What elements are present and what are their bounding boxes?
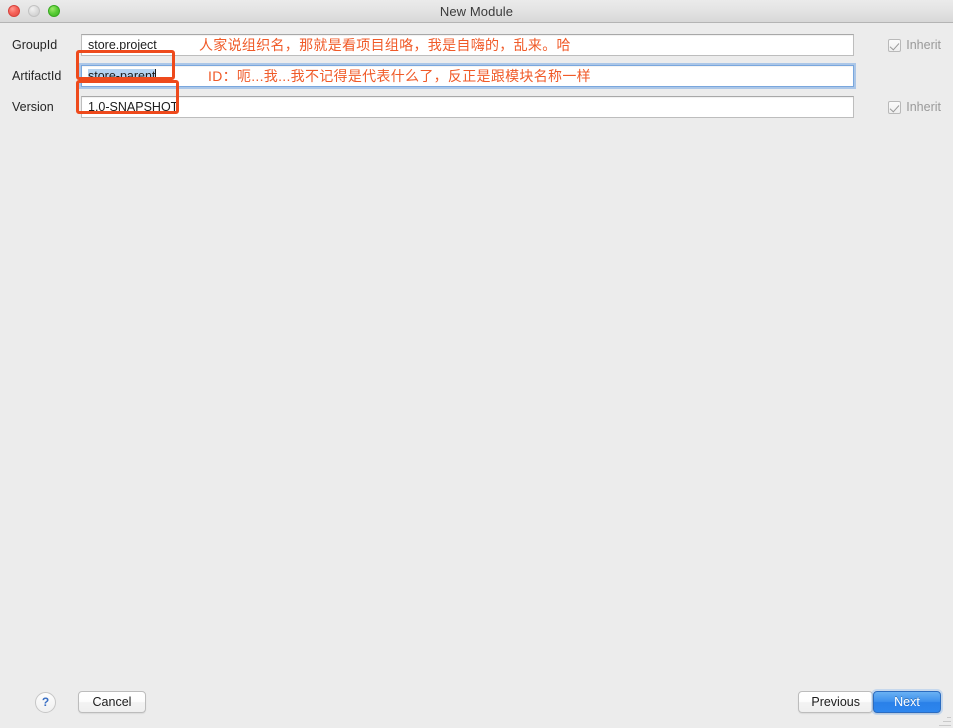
- field-wrap-groupid: store.project 人家说组织名，那就是看项目组咯，我是自嗨的，乱来。哈: [81, 34, 854, 56]
- dialog-body: GroupId store.project 人家说组织名，那就是看项目组咯，我是…: [0, 23, 953, 728]
- groupid-value: store.project: [88, 38, 157, 52]
- inherit-version-checkbox[interactable]: [888, 100, 902, 114]
- artifactid-input[interactable]: store-parent: [81, 65, 854, 87]
- help-button[interactable]: ?: [35, 691, 56, 713]
- text-caret: [155, 69, 157, 83]
- inherit-groupid-checkbox[interactable]: [888, 38, 902, 52]
- new-module-dialog: New Module GroupId store.project 人家说组织名，…: [0, 0, 953, 728]
- inherit-groupid-row[interactable]: Inherit: [888, 34, 941, 56]
- title-bar: New Module: [0, 0, 953, 23]
- groupid-input[interactable]: store.project: [81, 34, 854, 56]
- close-button[interactable]: [8, 5, 20, 17]
- label-groupid: GroupId: [12, 38, 58, 52]
- inherit-version-label: Inherit: [906, 100, 941, 114]
- cancel-button[interactable]: Cancel: [78, 691, 146, 713]
- label-artifactid: ArtifactId: [12, 69, 62, 83]
- next-button[interactable]: Next: [873, 691, 941, 713]
- resize-grip[interactable]: [939, 714, 951, 726]
- form-row-version: Version 1.0-SNAPSHOT: [0, 96, 953, 118]
- form-row-artifactid: ArtifactId store-parent ID：呃...我...我不记得是…: [0, 65, 953, 87]
- dialog-footer: ? Cancel Previous Next: [0, 676, 953, 728]
- window-controls: [8, 0, 60, 22]
- inherit-version-row[interactable]: Inherit: [888, 96, 941, 118]
- form-row-groupid: GroupId store.project 人家说组织名，那就是看项目组咯，我是…: [0, 34, 953, 56]
- artifactid-value: store-parent: [88, 69, 156, 83]
- field-wrap-artifactid: store-parent ID：呃...我...我不记得是代表什么了，反正是跟模…: [81, 65, 854, 87]
- minimize-button[interactable]: [28, 5, 40, 17]
- version-input[interactable]: 1.0-SNAPSHOT: [81, 96, 854, 118]
- inherit-groupid-label: Inherit: [906, 38, 941, 52]
- field-wrap-version: 1.0-SNAPSHOT: [81, 96, 854, 118]
- window-title: New Module: [439, 3, 514, 19]
- version-value: 1.0-SNAPSHOT: [88, 100, 179, 114]
- previous-button[interactable]: Previous: [798, 691, 873, 713]
- maximize-button[interactable]: [48, 5, 60, 17]
- label-version: Version: [12, 100, 54, 114]
